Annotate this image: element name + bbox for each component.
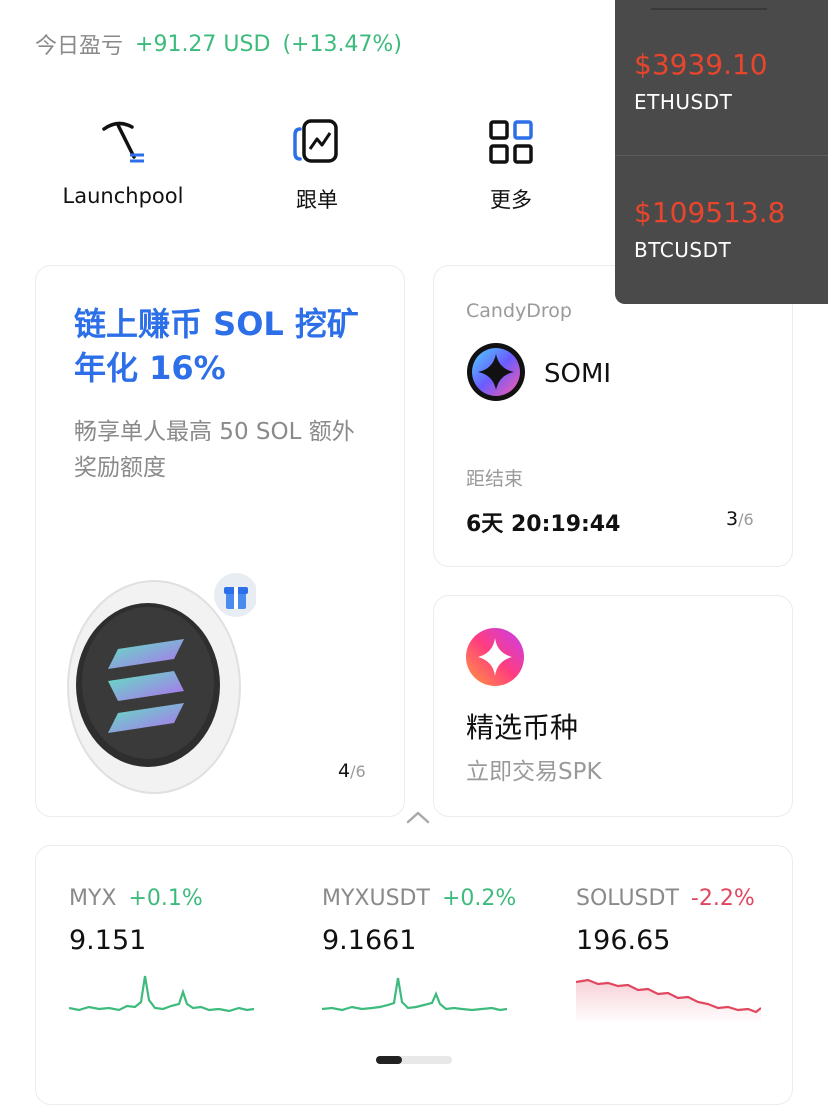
floating-price-overlay[interactable]: $3939.10 ETHUSDT $109513.8 BTCUSDT <box>615 0 828 304</box>
ticker-price: 9.1661 <box>322 925 417 956</box>
pnl-summary[interactable]: 今日盈亏 +91.27 USD (+13.47%) <box>35 28 402 60</box>
ticker-sparkline <box>68 974 299 1028</box>
overlay-divider <box>615 155 828 156</box>
candydrop-card[interactable]: CandyDrop SOMI 距结束 6天 20:19:44 3/6 <box>433 265 793 567</box>
ticker-symbol: MYX <box>69 886 117 911</box>
ticker-sparkline <box>321 974 552 1028</box>
selected-coin-title: 精选币种 <box>466 711 579 744</box>
sol-coin-illustration <box>56 571 258 805</box>
quick-action-label: 跟单 <box>296 188 338 212</box>
copy-trade-icon <box>227 112 407 172</box>
promo-title: 链上赚币 SOL 挖矿年化 16% <box>74 305 359 387</box>
candydrop-coin: SOMI <box>466 342 611 406</box>
scroll-thumb <box>376 1056 402 1064</box>
ticker-symbol: MYXUSDT <box>322 886 430 911</box>
floating-price-btc: $109513.8 <box>634 196 786 229</box>
promo-card-sol-mining[interactable]: 链上赚币 SOL 挖矿年化 16% 畅享单人最高 50 SOL 额外奖励额度 4… <box>35 265 405 817</box>
promo-pager: 4/6 <box>338 760 366 782</box>
selected-coin-subtitle: 立即交易SPK <box>466 759 602 785</box>
pager-current: 4 <box>338 760 351 782</box>
ticker-scroll-indicator <box>376 1056 452 1064</box>
overlay-handle <box>651 8 767 10</box>
quick-action-label: 更多 <box>490 188 532 212</box>
quick-action-launchpool[interactable]: Launchpool <box>33 112 213 208</box>
pager-current: 3 <box>726 508 739 530</box>
ticker-myxusdt[interactable]: MYXUSDT +0.2% 9.1661 <box>321 886 552 1028</box>
floating-price-eth: $3939.10 <box>634 48 768 81</box>
sparkle-star-icon <box>466 628 524 690</box>
pager-total: /6 <box>738 510 754 529</box>
floating-symbol-eth: ETHUSDT <box>634 90 733 114</box>
selected-coin-card[interactable]: 精选币种 立即交易SPK <box>433 595 793 817</box>
ticker-price: 9.151 <box>69 925 147 956</box>
quick-action-label: Launchpool <box>62 184 184 208</box>
pickaxe-icon <box>33 112 213 172</box>
grid-icon <box>421 112 601 172</box>
candydrop-pager: 3/6 <box>726 508 754 530</box>
somi-coin-icon <box>466 342 526 406</box>
ticker-myx[interactable]: MYX +0.1% 9.151 <box>68 886 299 1028</box>
ticker-price: 196.65 <box>576 925 671 956</box>
quick-action-more[interactable]: 更多 <box>421 112 601 214</box>
countdown-value: 6天 20:19:44 <box>466 512 621 537</box>
collapse-chevron-icon[interactable] <box>405 808 431 830</box>
ticker-change: +0.2% <box>441 886 517 911</box>
ticker-change: +0.1% <box>128 886 203 911</box>
quick-action-copy-trade[interactable]: 跟单 <box>227 112 407 214</box>
pnl-percent: (+13.47%) <box>282 31 402 57</box>
ticker-change: -2.2% <box>690 886 755 911</box>
floating-symbol-btc: BTCUSDT <box>634 238 732 262</box>
ticker-sparkline <box>575 974 806 1028</box>
candydrop-label: CandyDrop <box>466 300 572 322</box>
ticker-solusdt[interactable]: SOLUSDT -2.2% 196.65 <box>575 886 806 1028</box>
pnl-label: 今日盈亏 <box>35 34 124 59</box>
pnl-value: +91.27 USD <box>135 31 271 57</box>
countdown-label: 距结束 <box>466 468 524 490</box>
pager-total: /6 <box>350 762 366 781</box>
ticker-symbol: SOLUSDT <box>576 886 679 911</box>
candydrop-coin-name: SOMI <box>544 359 612 389</box>
promo-subtitle: 畅享单人最高 50 SOL 额外奖励额度 <box>74 419 355 481</box>
ticker-card: MYX +0.1% 9.151 MYXUSDT +0.2% 9.1661 SOL… <box>35 845 793 1105</box>
